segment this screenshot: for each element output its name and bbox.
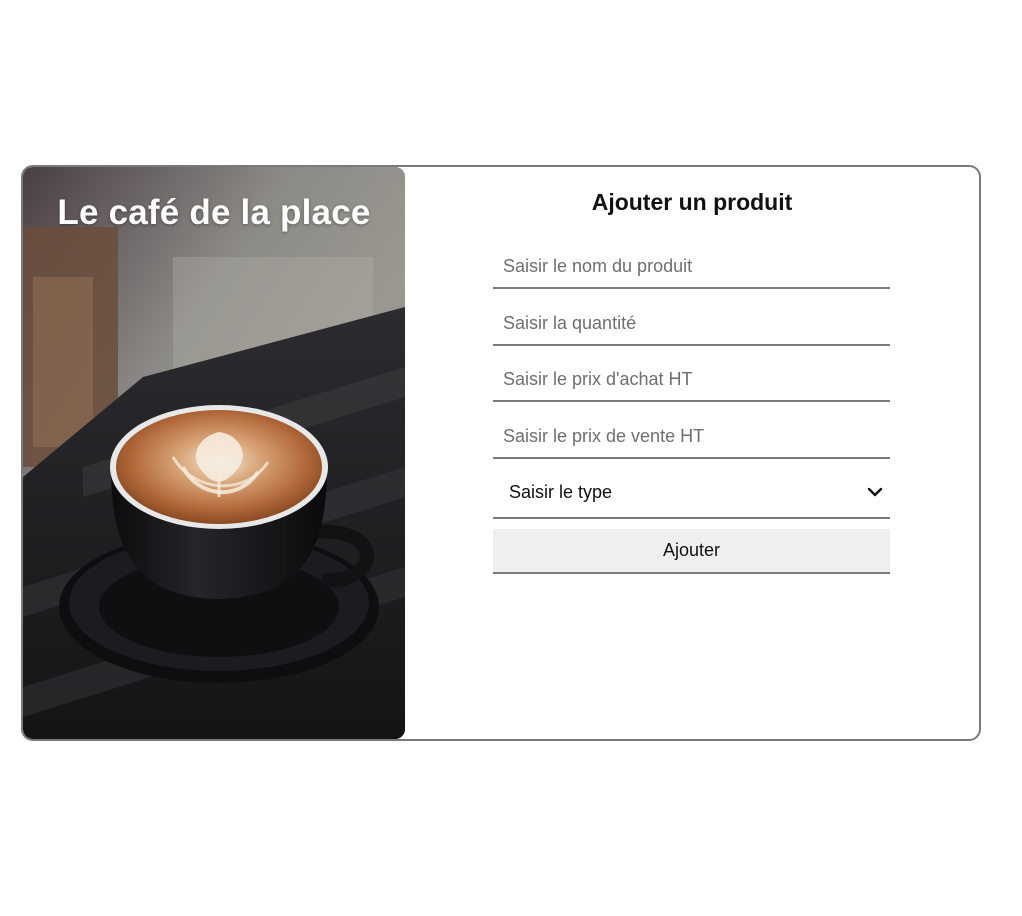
quantity-input[interactable] xyxy=(493,302,890,346)
product-name-input[interactable] xyxy=(493,245,890,289)
type-select-value: Saisir le type xyxy=(509,482,613,502)
coffee-cup-image xyxy=(23,167,405,739)
sale-price-input[interactable] xyxy=(493,415,890,459)
hero-title: Le café de la place xyxy=(57,193,371,232)
add-product-button[interactable]: Ajouter xyxy=(493,529,890,574)
purchase-price-input[interactable] xyxy=(493,358,890,402)
chevron-down-icon xyxy=(867,487,883,497)
product-form-card: Le café de la place Ajouter un produit S… xyxy=(21,165,981,741)
form-area: Ajouter un produit Saisir le type Ajoute… xyxy=(405,167,979,739)
hero-panel: Le café de la place xyxy=(23,167,405,739)
type-select[interactable]: Saisir le type xyxy=(493,467,890,519)
form-title: Ajouter un produit xyxy=(591,189,793,215)
